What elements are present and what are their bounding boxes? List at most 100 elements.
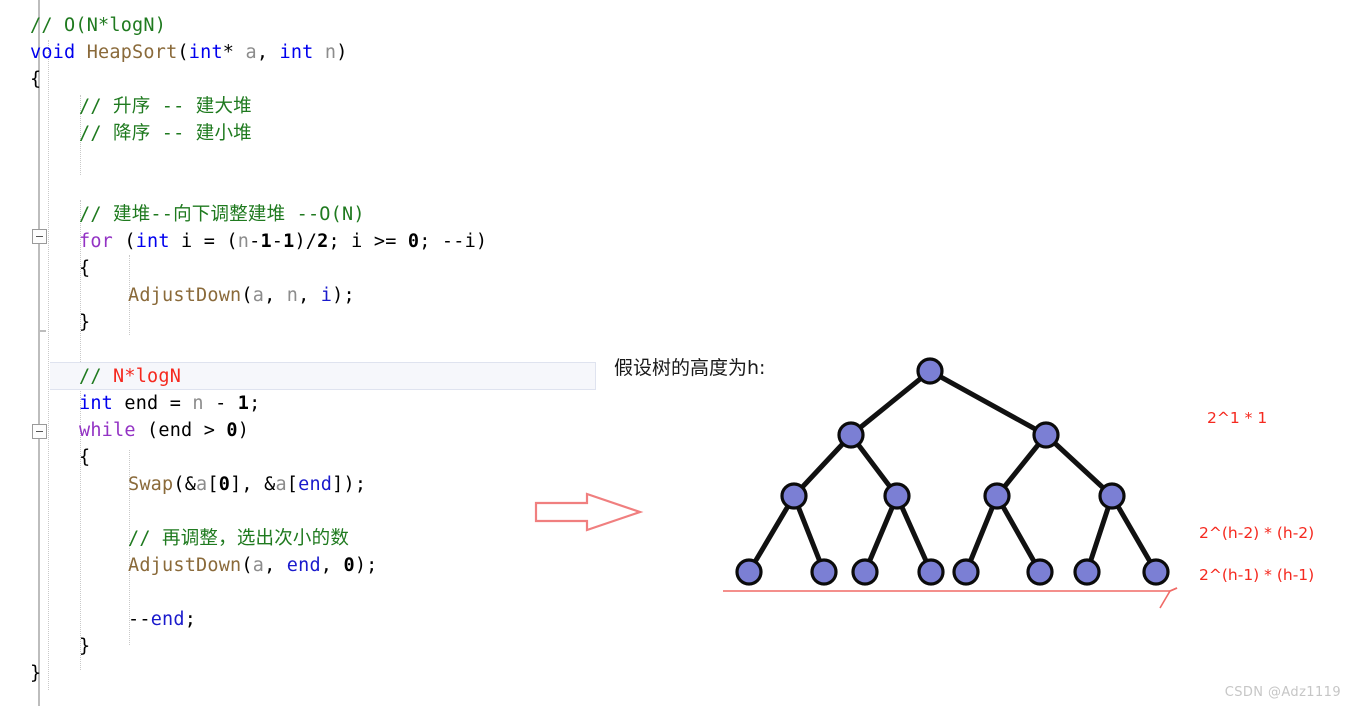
code-token: void — [30, 42, 76, 63]
code-token: // 升序 -- 建大堆 — [79, 96, 252, 117]
code-line[interactable] — [30, 174, 41, 201]
code-token: 2 — [317, 231, 329, 252]
code-token: int — [79, 393, 114, 414]
code-token: )/ — [294, 231, 318, 252]
tree-node-level-1 — [916, 357, 944, 385]
code-line[interactable]: // N*logN — [79, 363, 181, 390]
code-line[interactable]: { — [79, 255, 90, 282]
red-block-arrow-icon — [534, 492, 644, 532]
code-token: 0 — [226, 420, 238, 441]
code-line[interactable]: AdjustDown(a, n, i); — [128, 282, 355, 309]
code-token: end = — [113, 393, 193, 414]
code-line[interactable]: void HeapSort(int* a, int n) — [30, 39, 348, 66]
code-token: , — [264, 555, 287, 576]
code-token: 0 — [343, 555, 355, 576]
code-token: [ — [207, 474, 219, 495]
code-token: i = ( — [169, 231, 238, 252]
tree-node-level-3 — [1098, 482, 1126, 510]
code-token: 1 — [237, 393, 250, 414]
code-token: ) — [336, 42, 348, 63]
code-token: ) — [237, 420, 250, 441]
code-token: { — [79, 258, 91, 279]
code-token: ; i >= — [328, 231, 408, 252]
label-level-top: 2^1 * 1 — [1207, 409, 1268, 427]
code-token: n — [192, 393, 204, 414]
code-token: // 降序 -- 建小堆 — [79, 123, 252, 144]
code-line[interactable]: // 建堆--向下调整建堆 --O(N) — [79, 201, 365, 228]
watermark: CSDN @Adz1119 — [1224, 685, 1341, 700]
code-line[interactable]: { — [30, 66, 41, 93]
code-token: ); — [354, 555, 378, 576]
tree-node-level-3 — [983, 482, 1011, 510]
code-token: 1 — [260, 231, 272, 252]
red-baseline-arrow — [723, 587, 1178, 609]
tree-node-level-2 — [1032, 421, 1060, 449]
tree-edge — [927, 368, 1049, 438]
code-token: - — [203, 393, 238, 414]
tree-edges — [746, 368, 1159, 575]
code-token: a — [196, 474, 208, 495]
code-token: end — [286, 555, 321, 576]
code-line[interactable] — [30, 579, 41, 606]
code-line[interactable] — [30, 498, 41, 525]
code-line[interactable]: int end = n - 1; — [79, 390, 260, 417]
code-line[interactable]: // 再调整，选出次小的数 — [128, 525, 349, 552]
code-token: (end > — [135, 420, 227, 441]
code-token: } — [79, 636, 91, 657]
code-token: HeapSort — [86, 42, 178, 63]
code-token: n — [237, 231, 250, 252]
code-token: AdjustDown — [128, 285, 242, 306]
code-token: Swap — [128, 474, 174, 495]
code-token: N*logN — [113, 366, 182, 387]
code-line[interactable]: for (int i = (n-1-1)/2; i >= 0; --i) — [79, 228, 487, 255]
code-token: - — [271, 231, 284, 252]
code-line[interactable] — [30, 336, 41, 363]
code-token: ]); — [332, 474, 367, 495]
code-line[interactable]: } — [30, 660, 41, 687]
code-line[interactable] — [30, 147, 41, 174]
code-line[interactable]: // O(N*logN) — [30, 12, 166, 39]
tree-node-level-2 — [837, 421, 865, 449]
code-token: int — [279, 42, 314, 63]
code-token: { — [30, 69, 42, 90]
code-token: end — [298, 474, 333, 495]
fold-region-end-tick — [38, 330, 46, 332]
code-token: -- — [128, 609, 151, 630]
code-token: i — [320, 285, 333, 306]
code-line[interactable]: { — [79, 444, 90, 471]
code-token: a — [252, 555, 265, 576]
code-line[interactable]: while (end > 0) — [79, 417, 249, 444]
label-level-h-minus-1: 2^(h-1) * (h-1) — [1199, 566, 1315, 584]
code-token: 1 — [283, 231, 295, 252]
code-line[interactable]: Swap(&a[0], &a[end]); — [128, 471, 366, 498]
fold-toggle-icon[interactable] — [32, 424, 47, 439]
code-token: ); — [332, 285, 355, 306]
code-line[interactable]: } — [79, 309, 90, 336]
tree-edge — [848, 368, 933, 438]
label-level-h-minus-2: 2^(h-2) * (h-2) — [1199, 524, 1315, 542]
code-token: for — [79, 231, 114, 252]
indent-guide — [48, 40, 49, 690]
code-token: // 建堆--向下调整建堆 --O(N) — [79, 204, 365, 225]
code-token: [ — [286, 474, 299, 495]
code-token: // — [79, 366, 114, 387]
tree-node-level-3 — [780, 482, 808, 510]
fold-toggle-icon[interactable] — [32, 229, 47, 244]
code-token: // O(N*logN) — [30, 15, 167, 36]
code-line[interactable]: // 降序 -- 建小堆 — [79, 120, 252, 147]
code-token: } — [30, 663, 42, 684]
binary-tree-graphic — [735, 357, 1170, 586]
code-line[interactable]: // 升序 -- 建大堆 — [79, 93, 252, 120]
code-line[interactable]: } — [79, 633, 90, 660]
code-token: , — [320, 555, 344, 576]
code-line[interactable]: --end; — [128, 606, 196, 633]
code-token: ( — [113, 231, 136, 252]
code-token: 0 — [218, 474, 231, 495]
code-token: , — [264, 285, 287, 306]
code-token: ; — [249, 393, 261, 414]
code-token: { — [79, 447, 91, 468]
code-token: ( — [241, 555, 253, 576]
code-token: n — [286, 285, 299, 306]
code-line[interactable]: AdjustDown(a, end, 0); — [128, 552, 378, 579]
